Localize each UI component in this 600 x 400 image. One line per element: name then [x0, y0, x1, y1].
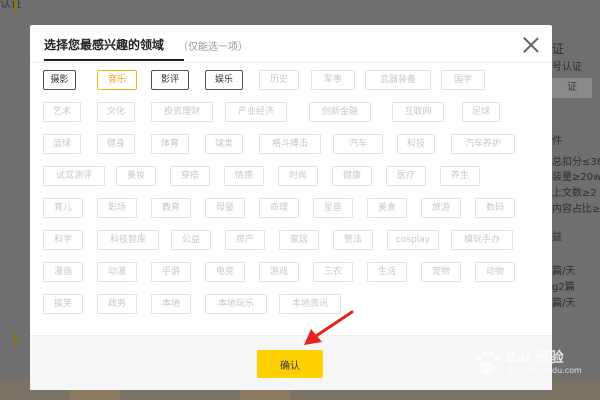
interest-tag[interactable]: 体育 — [151, 134, 189, 154]
interest-tag[interactable]: 模玩手办 — [451, 230, 513, 250]
interest-tag[interactable]: 生活 — [367, 262, 407, 282]
interest-tag[interactable]: 动物 — [475, 262, 515, 282]
bg-right-text: 篇/天 — [552, 266, 576, 277]
dialog-subtitle: （仅能选一项） — [178, 42, 248, 53]
bg-right-text: 件 — [552, 136, 562, 147]
bg-right-text: 装量≥20w — [552, 172, 600, 183]
interest-tag[interactable]: 穿搭 — [170, 166, 210, 186]
interest-tag[interactable]: 本地玩乐 — [205, 294, 267, 314]
interest-tag[interactable]: 互联网 — [392, 102, 444, 122]
interest-tag[interactable]: 本地资讯 — [279, 294, 341, 314]
interest-tag[interactable]: 命理 — [259, 198, 299, 218]
bg-right-text: 益 — [552, 232, 562, 243]
interest-tag[interactable]: 艺术 — [43, 102, 81, 122]
interest-tag[interactable]: 漫画 — [43, 262, 83, 282]
confirm-button[interactable]: 确认 — [257, 350, 323, 378]
interest-tag[interactable]: 教育 — [151, 198, 191, 218]
interest-tag[interactable]: 汽车养护 — [451, 134, 515, 154]
watermark-url: jingyan.baidu.com — [508, 366, 582, 375]
interest-tag[interactable]: 公益 — [171, 230, 211, 250]
interest-tag[interactable]: 育儿 — [43, 198, 83, 218]
interest-tag[interactable]: 电竞 — [205, 262, 245, 282]
interest-tag[interactable]: 汽车 — [333, 134, 383, 154]
interest-tag[interactable]: 试驾测评 — [43, 166, 105, 186]
bg-right-text: 号认证 — [552, 62, 582, 73]
interest-tag[interactable]: 摄影 — [43, 70, 76, 90]
interest-tag[interactable]: 母婴 — [205, 198, 245, 218]
interest-tag[interactable]: 宠物 — [421, 262, 461, 282]
interest-tag[interactable]: 游戏 — [259, 262, 299, 282]
interest-tag[interactable]: 美妆 — [116, 166, 156, 186]
interest-tag[interactable]: 国学 — [441, 70, 485, 90]
interest-tag[interactable]: 医疗 — [386, 166, 426, 186]
interest-tag[interactable]: 篮球 — [43, 134, 81, 154]
bg-right-text: g2篇 — [552, 282, 575, 293]
dialog-header: 选择您最感兴趣的领域 （仅能选一项） — [30, 25, 552, 63]
interest-tag[interactable]: 政务 — [97, 294, 137, 314]
interest-tag[interactable]: 产业经济 — [225, 102, 287, 122]
baidu-watermark: Bai 经验 jingyan.baidu.com — [468, 343, 598, 383]
interest-tag[interactable]: 美食 — [367, 198, 407, 218]
interest-tag[interactable]: 时尚 — [278, 166, 318, 186]
bg-right-text: 内容占比≥ — [552, 204, 600, 215]
interest-dialog: 选择您最感兴趣的领域 （仅能选一项） 摄影 音乐 影评 娱乐 历史 军事 武器装备 国学艺术文… — [30, 25, 552, 390]
interest-tag[interactable]: 科学 — [43, 230, 83, 250]
interest-tag[interactable]: 旅游 — [421, 198, 461, 218]
interest-tag[interactable]: 娱乐 — [205, 70, 243, 90]
interest-tag[interactable]: 情感 — [224, 166, 264, 186]
interest-tag[interactable]: 影评 — [151, 70, 189, 90]
bg-right-text: 总扣分≤36 — [552, 157, 600, 168]
interest-tag[interactable]: 足球 — [462, 102, 500, 122]
title-underline — [44, 59, 184, 61]
interest-tag[interactable]: 历史 — [259, 70, 299, 90]
watermark-brand: Bai 经验 — [506, 350, 564, 366]
interest-tag[interactable]: 创新金融 — [309, 102, 371, 122]
interest-tag[interactable]: 动漫 — [97, 262, 137, 282]
interest-tag[interactable]: 军事 — [311, 70, 355, 90]
interest-tag[interactable]: 科技 — [397, 134, 435, 154]
bg-right-text: 上文数≥2 — [552, 188, 597, 199]
interest-tag[interactable]: 搞笑 — [43, 294, 83, 314]
close-icon[interactable] — [522, 36, 540, 54]
bg-right-text: 篇/天 — [552, 298, 576, 309]
interest-tag[interactable]: 音乐 — [97, 70, 137, 90]
interest-tag[interactable]: 健身 — [97, 134, 135, 154]
interest-tag[interactable]: 家居 — [279, 230, 319, 250]
interest-tag[interactable]: 健康 — [332, 166, 372, 186]
interest-tag[interactable]: 投资理财 — [151, 102, 213, 122]
bg-verify-button: 证 — [552, 78, 592, 98]
interest-tag[interactable]: 星座 — [313, 198, 353, 218]
interest-tag[interactable]: 三农 — [313, 262, 353, 282]
interest-tag[interactable]: 科技智库 — [97, 230, 159, 250]
interest-tag[interactable]: 文化 — [97, 102, 135, 122]
interest-tag[interactable]: 本地 — [151, 294, 191, 314]
interest-tag[interactable]: cosplay — [387, 230, 439, 250]
interest-tag[interactable]: 养生 — [440, 166, 480, 186]
interest-tag[interactable]: 房产 — [225, 230, 265, 250]
interest-tag[interactable]: 数码 — [475, 198, 515, 218]
bg-right-text: 证 — [552, 42, 565, 56]
interest-tag[interactable]: 警法 — [333, 230, 373, 250]
interest-tag[interactable]: 球类 — [205, 134, 243, 154]
bg-yellow-marker — [14, 0, 17, 12]
interest-tag[interactable]: 职场 — [97, 198, 137, 218]
dialog-title: 选择您最感兴趣的领域 — [44, 38, 165, 52]
interest-tag[interactable]: 武器装备 — [365, 70, 431, 90]
interest-tag[interactable]: 手游 — [151, 262, 191, 282]
bg-yellow-marker — [14, 333, 17, 345]
bg-right-panel: 证 号认证 件 总扣分≤36 装量≥20w 上文数≥2 内容占比≥ 益 篇/天 … — [552, 0, 600, 400]
interest-tag[interactable]: 格斗搏击 — [259, 134, 321, 154]
paw-logo-icon — [475, 350, 501, 375]
